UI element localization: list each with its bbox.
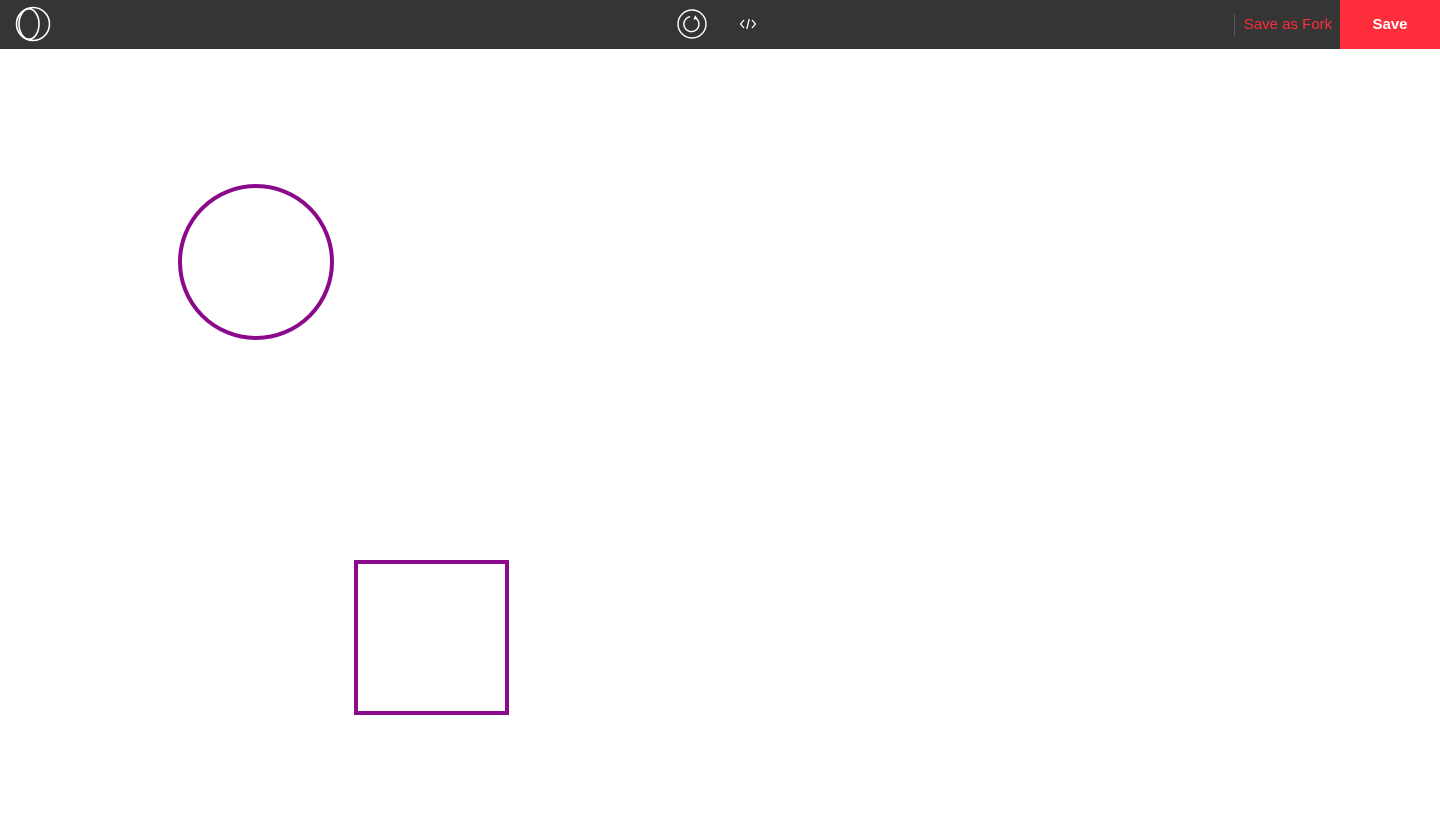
save-as-fork-label: Save as Fork <box>1243 16 1333 33</box>
refresh-icon <box>677 9 707 39</box>
top-toolbar: Save as Fork Save <box>0 0 1440 49</box>
sketch-canvas[interactable] <box>0 49 1440 820</box>
save-label: Save <box>1372 16 1408 33</box>
circle-shape <box>178 184 334 340</box>
toolbar-divider <box>1234 14 1235 36</box>
save-as-fork-button[interactable]: Save as Fork <box>1236 0 1340 49</box>
view-code-button[interactable] <box>734 12 762 36</box>
logo-icon[interactable] <box>14 6 52 42</box>
canvas-drawing <box>178 184 509 715</box>
save-button[interactable]: Save <box>1340 0 1440 49</box>
refresh-button[interactable] <box>675 8 709 40</box>
square-shape <box>354 560 509 715</box>
code-icon <box>739 18 757 30</box>
